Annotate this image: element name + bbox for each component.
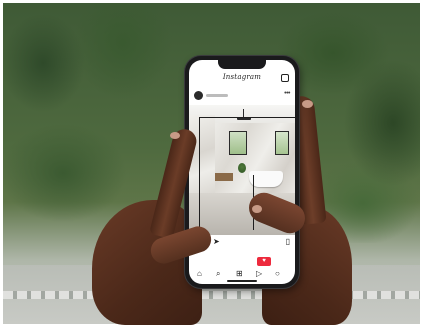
avatar[interactable]: [194, 91, 203, 100]
search-icon[interactable]: ⌕: [216, 269, 220, 279]
username-placeholder[interactable]: [206, 94, 228, 97]
add-icon[interactable]: ⊞: [236, 269, 243, 279]
fingernail: [302, 100, 313, 108]
instagram-logo: Instagram: [222, 73, 262, 81]
thumbnail: [252, 205, 262, 213]
reels-icon[interactable]: ▷: [256, 269, 262, 279]
send-icon[interactable]: ➤: [213, 237, 220, 247]
potted-plant: [238, 163, 246, 173]
bookmark-icon[interactable]: ▯: [286, 237, 290, 247]
home-indicator: [227, 280, 257, 282]
shower-glass-frame: [199, 117, 200, 232]
fingernail: [170, 132, 180, 139]
post-header: •••: [189, 89, 295, 103]
wooden-bench: [215, 173, 233, 181]
shower-glass-frame: [199, 117, 295, 118]
app-header: Instagram: [189, 71, 295, 87]
window: [229, 131, 247, 155]
more-options-icon[interactable]: •••: [284, 90, 290, 97]
profile-icon[interactable]: ○: [275, 269, 280, 279]
notification-badge[interactable]: ♥: [257, 257, 271, 266]
home-icon[interactable]: ⌂: [197, 269, 202, 279]
smartphone: Instagram ••• ♡ ◌ ➤: [185, 56, 299, 288]
freestanding-bathtub: [249, 171, 283, 187]
phone-notch: [218, 60, 266, 69]
direct-message-icon[interactable]: [281, 74, 289, 82]
window: [275, 131, 289, 155]
roadside-fence: [3, 291, 420, 299]
